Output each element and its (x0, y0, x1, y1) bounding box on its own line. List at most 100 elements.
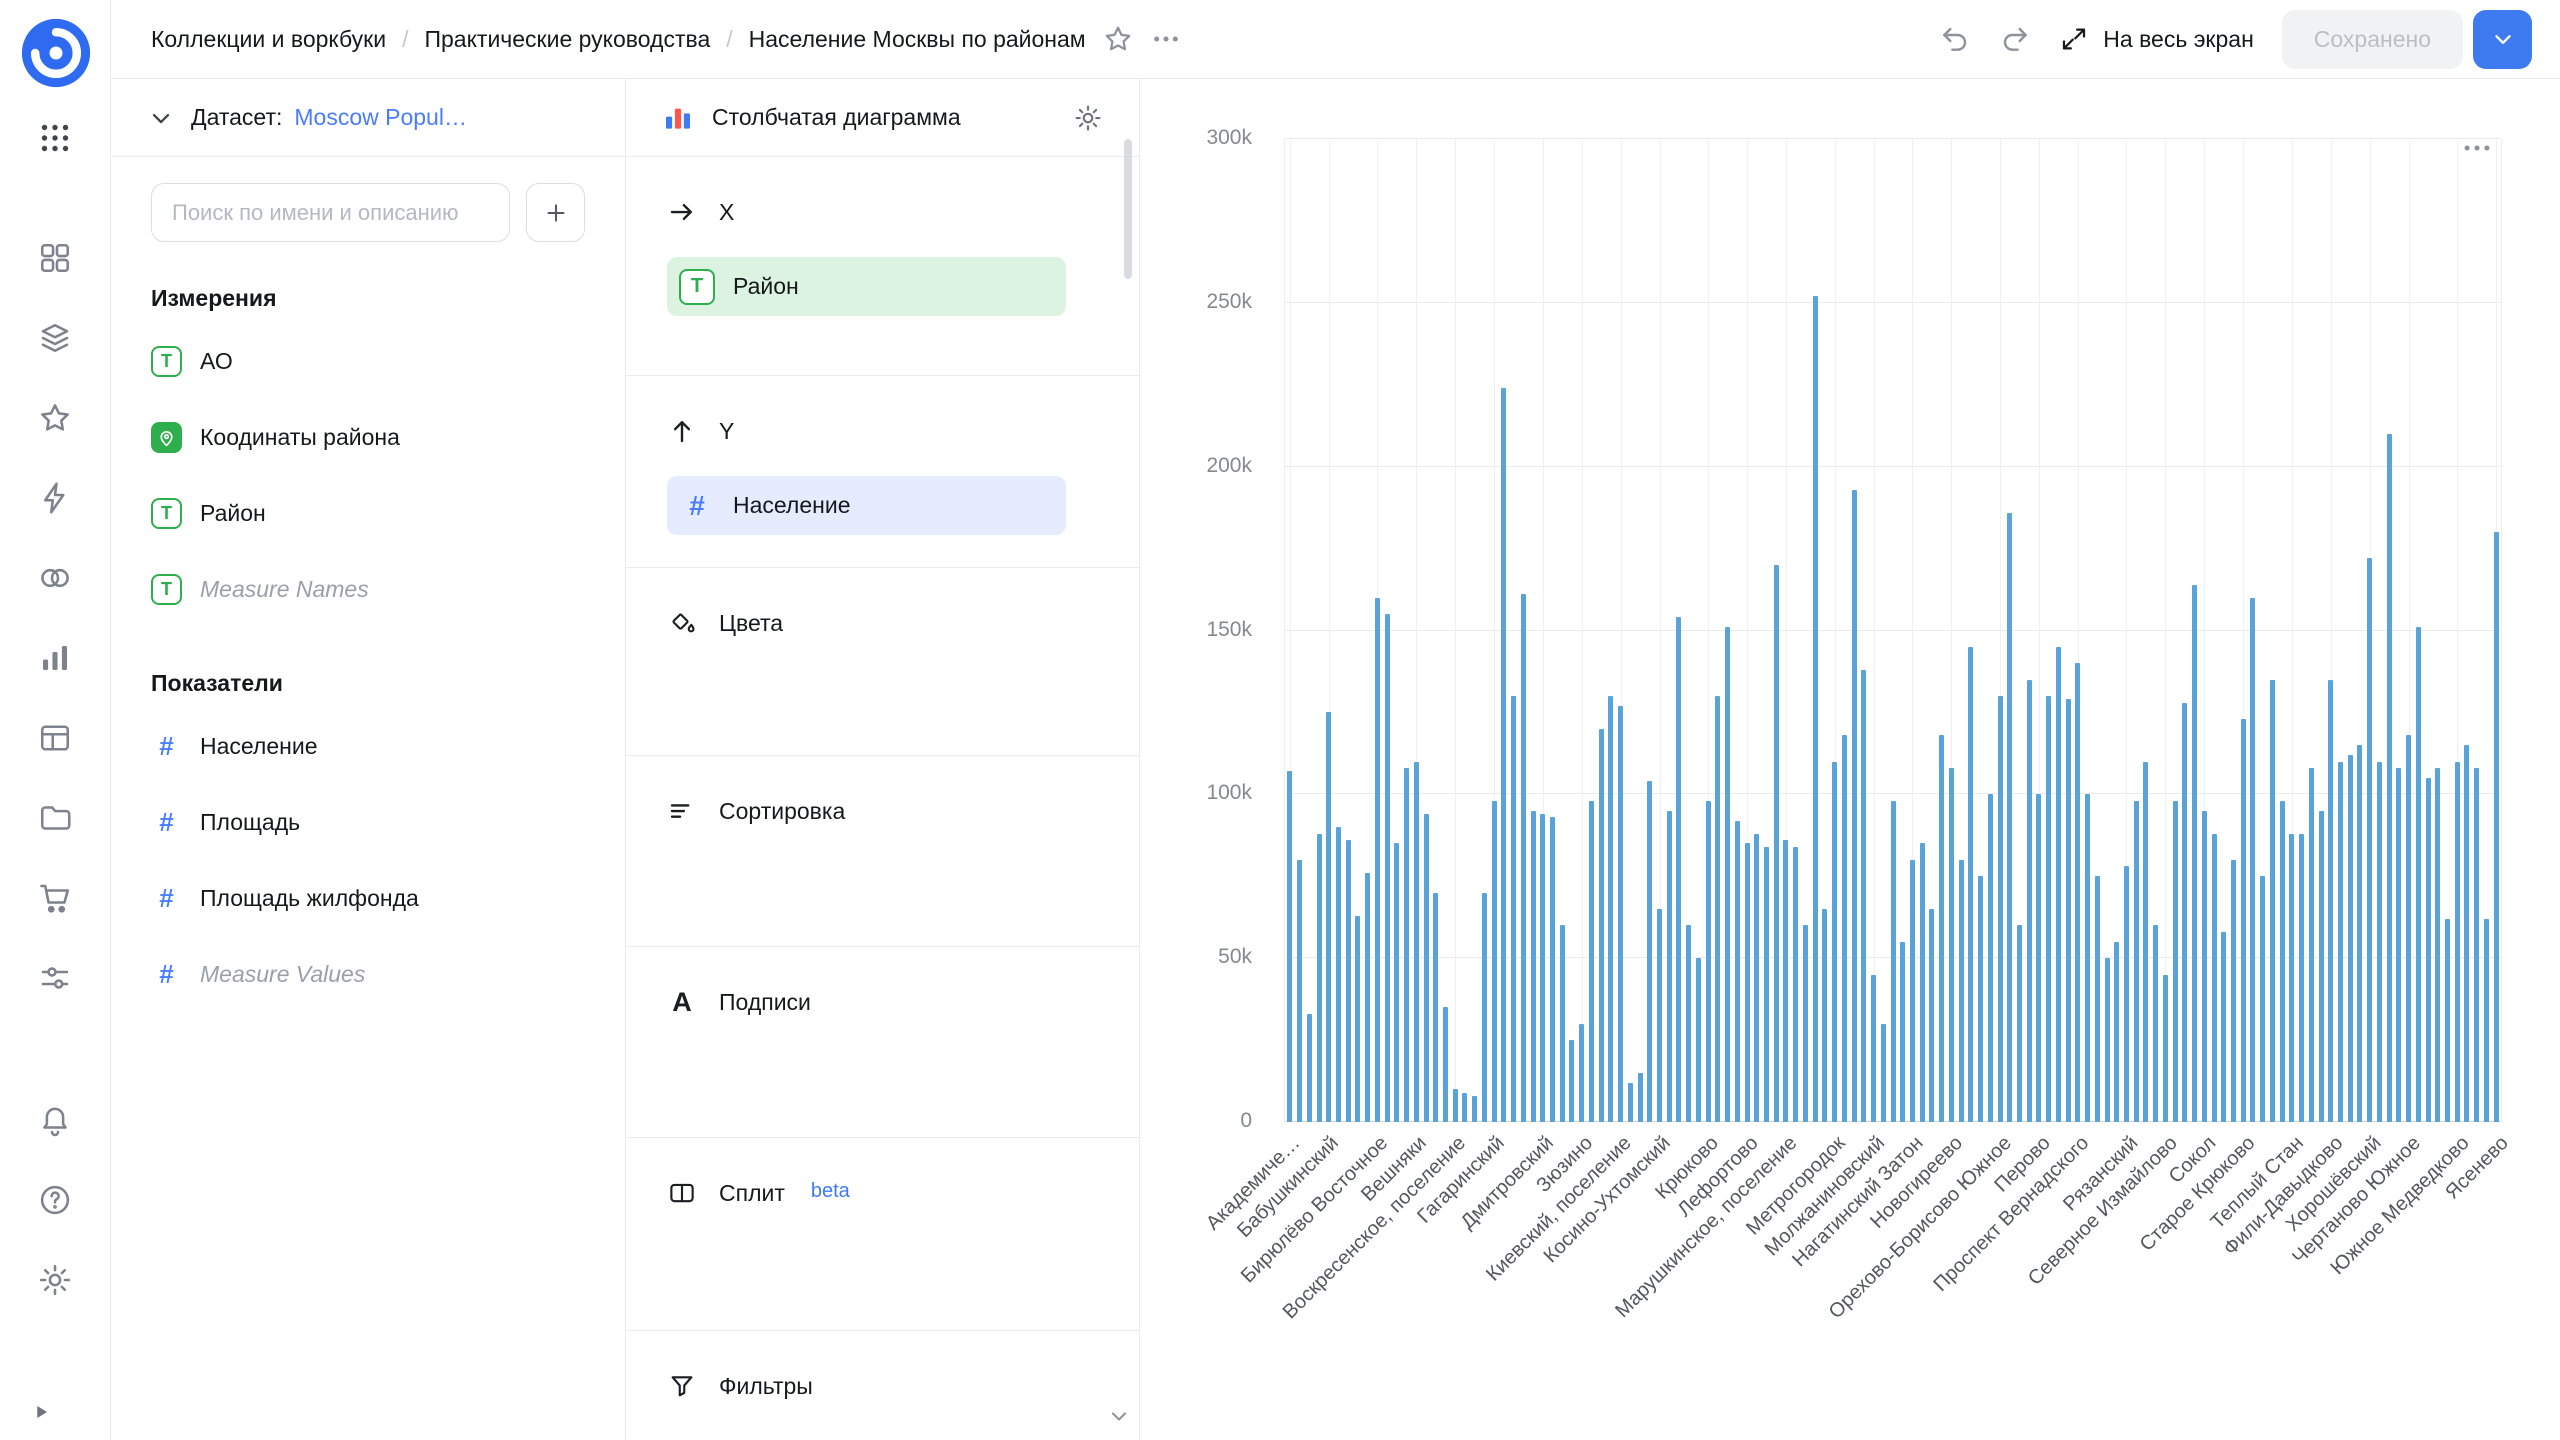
bar[interactable] (2250, 598, 2255, 1122)
bar[interactable] (1336, 827, 1341, 1122)
bar[interactable] (1608, 696, 1613, 1122)
bar[interactable] (1735, 821, 1740, 1122)
bar[interactable] (1317, 834, 1322, 1122)
help-icon[interactable] (0, 1170, 110, 1230)
bar[interactable] (2280, 801, 2285, 1122)
y-axis-section[interactable]: Y # Население (626, 376, 1139, 568)
bar[interactable] (1647, 781, 1652, 1122)
bar[interactable] (2105, 958, 2110, 1122)
marketplace-icon[interactable] (0, 868, 110, 928)
undo-icon[interactable] (1939, 23, 1971, 55)
favorite-star-icon[interactable] (1102, 23, 1134, 55)
bar[interactable] (1920, 843, 1925, 1122)
bar[interactable] (1978, 876, 1983, 1122)
bar[interactable] (1959, 860, 1964, 1122)
bar[interactable] (1861, 670, 1866, 1122)
y-field-chip[interactable]: # Население (667, 476, 1066, 535)
bar[interactable] (2017, 925, 2022, 1122)
field-item[interactable]: Коодинаты района (151, 399, 585, 475)
bar[interactable] (1929, 909, 1934, 1122)
field-item[interactable]: TРайон (151, 475, 585, 551)
sorting-section[interactable]: Сортировка (626, 756, 1139, 947)
breadcrumb-item-collections[interactable]: Коллекции и воркбуки (151, 26, 386, 53)
x-field-chip[interactable]: T Район (667, 257, 1066, 316)
bar[interactable] (2114, 942, 2119, 1122)
expand-panel-icon[interactable] (20, 1392, 60, 1432)
field-item[interactable]: TMeasure Names (151, 551, 585, 627)
bar[interactable] (1900, 942, 1905, 1122)
add-field-button[interactable] (526, 183, 585, 242)
bar[interactable] (2484, 919, 2489, 1122)
bar[interactable] (2338, 762, 2343, 1122)
bar[interactable] (2134, 801, 2139, 1122)
notifications-icon[interactable] (0, 1090, 110, 1150)
bar[interactable] (1832, 762, 1837, 1122)
bar[interactable] (1871, 975, 1876, 1122)
bar[interactable] (1968, 647, 1973, 1122)
bar[interactable] (2367, 558, 2372, 1122)
bar[interactable] (2085, 794, 2090, 1122)
dashboards-icon[interactable] (0, 228, 110, 288)
bar[interactable] (1355, 916, 1360, 1122)
bar[interactable] (1998, 696, 2003, 1122)
bar[interactable] (1667, 811, 1672, 1122)
bar[interactable] (2192, 585, 2197, 1122)
bar[interactable] (2143, 762, 2148, 1122)
bar[interactable] (2406, 735, 2411, 1122)
bar[interactable] (2173, 801, 2178, 1122)
bar[interactable] (1910, 860, 1915, 1122)
bar[interactable] (1307, 1014, 1312, 1122)
bar[interactable] (1462, 1093, 1467, 1122)
bar[interactable] (1492, 801, 1497, 1122)
bar[interactable] (2066, 699, 2071, 1122)
bar[interactable] (1579, 1024, 1584, 1122)
bar[interactable] (1764, 847, 1769, 1122)
colors-section[interactable]: Цвета (626, 568, 1139, 756)
bar[interactable] (1852, 490, 1857, 1122)
services-icon[interactable] (0, 948, 110, 1008)
bar[interactable] (1715, 696, 1720, 1122)
bar[interactable] (2387, 434, 2392, 1122)
bar[interactable] (1453, 1089, 1458, 1122)
bar[interactable] (2202, 811, 2207, 1122)
bar[interactable] (2270, 680, 2275, 1122)
bar[interactable] (1414, 762, 1419, 1122)
bar[interactable] (1589, 801, 1594, 1122)
bar[interactable] (1628, 1083, 1633, 1122)
bar[interactable] (1346, 840, 1351, 1122)
field-item[interactable]: #Measure Values (151, 936, 585, 1012)
chart-settings-gear-icon[interactable] (1073, 103, 1103, 133)
breadcrumb-item-guides[interactable]: Практические руководства (424, 26, 710, 53)
datalens-logo[interactable] (17, 14, 95, 92)
saved-button[interactable]: Сохранено (2282, 10, 2463, 69)
bar[interactable] (2319, 811, 2324, 1122)
bar[interactable] (1783, 840, 1788, 1122)
bar[interactable] (1696, 958, 1701, 1122)
bar[interactable] (1511, 696, 1516, 1122)
breadcrumb-item-current[interactable]: Население Москвы по районам (749, 26, 1086, 53)
bar[interactable] (1472, 1096, 1477, 1122)
field-search-input[interactable] (151, 183, 510, 242)
collections-icon[interactable] (0, 308, 110, 368)
bar[interactable] (2241, 719, 2246, 1122)
bar[interactable] (1394, 843, 1399, 1122)
bar[interactable] (2445, 919, 2450, 1122)
bar[interactable] (1949, 768, 1954, 1122)
bar[interactable] (1482, 893, 1487, 1122)
bar[interactable] (1988, 794, 1993, 1122)
bar[interactable] (1813, 296, 1818, 1122)
bar[interactable] (2260, 876, 2265, 1122)
field-item[interactable]: #Население (151, 708, 585, 784)
bar[interactable] (1638, 1073, 1643, 1122)
quick-actions-icon[interactable] (0, 468, 110, 528)
field-item[interactable]: TАО (151, 323, 585, 399)
bar[interactable] (2309, 768, 2314, 1122)
dataset-name-link[interactable]: Moscow Popul… (294, 104, 467, 131)
bar[interactable] (1706, 801, 1711, 1122)
bar[interactable] (2221, 932, 2226, 1122)
bar[interactable] (1939, 735, 1944, 1122)
bar[interactable] (2474, 768, 2479, 1122)
bar[interactable] (2027, 680, 2032, 1122)
settings-icon[interactable] (0, 1250, 110, 1310)
tables-icon[interactable] (0, 708, 110, 768)
